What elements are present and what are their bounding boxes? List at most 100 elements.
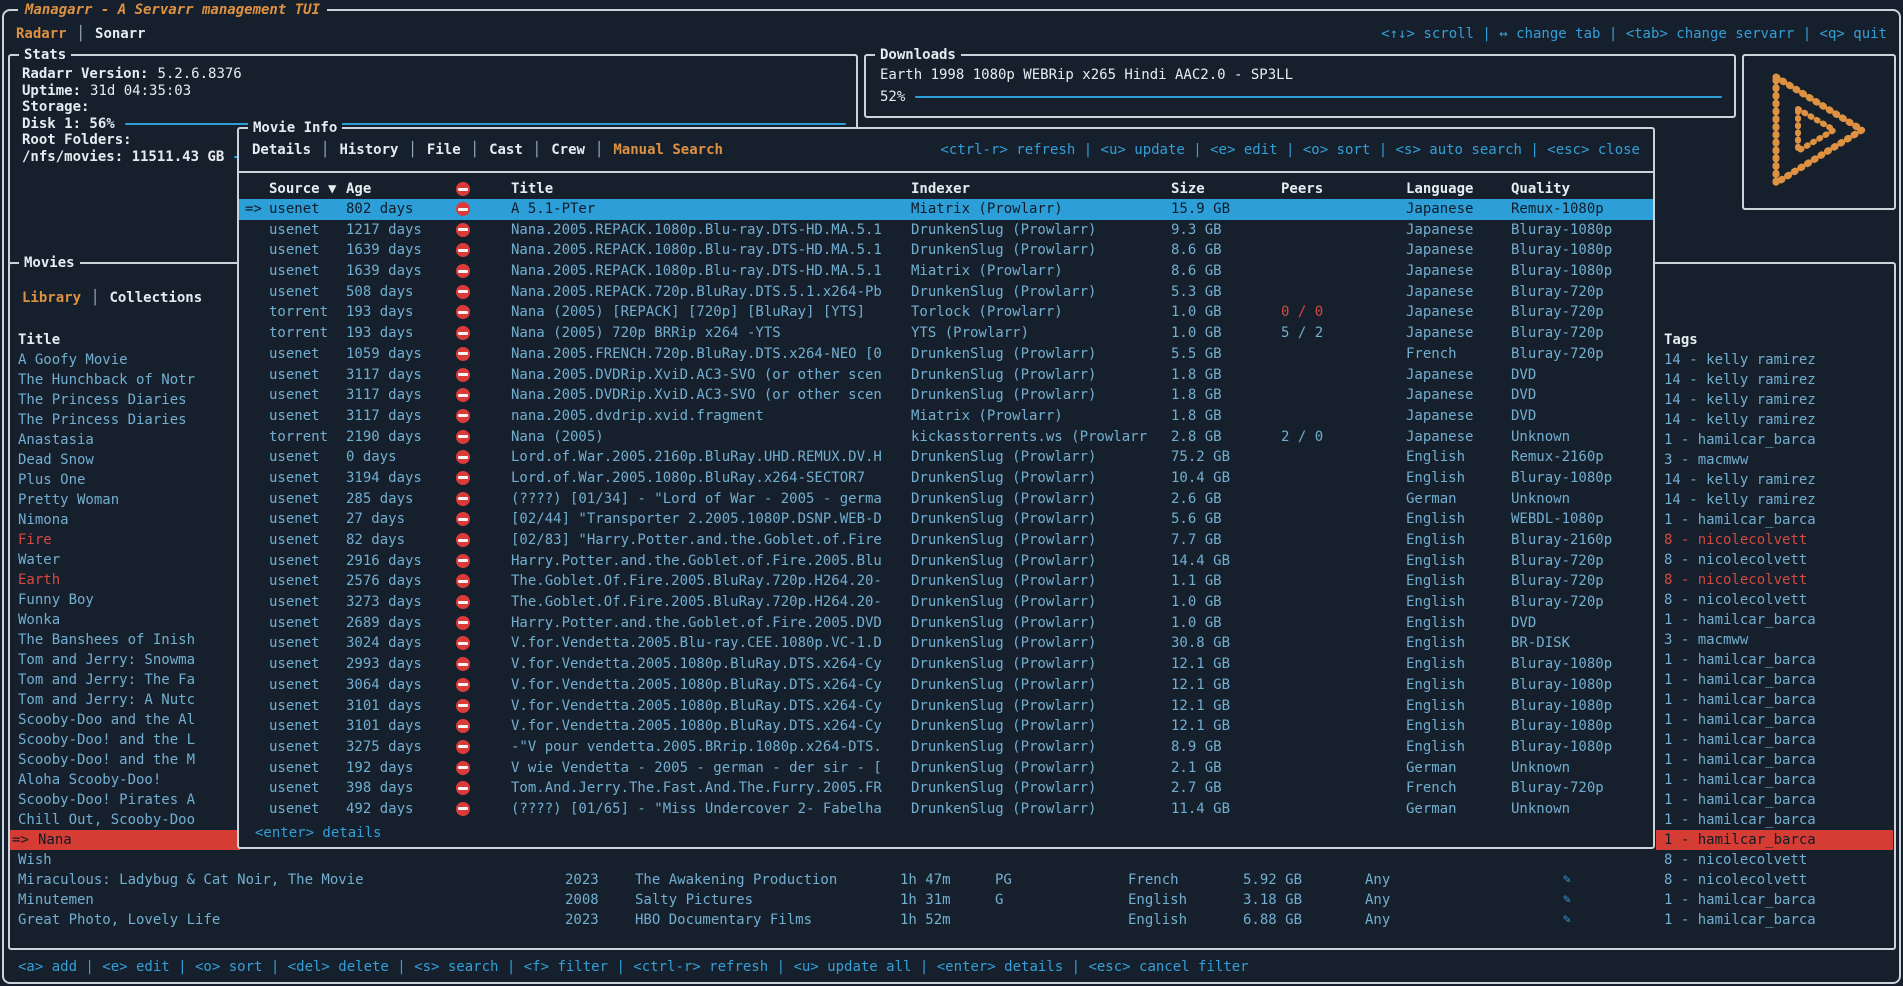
release-indexer: DrunkenSlug (Prowlarr) — [911, 799, 1167, 820]
release-row[interactable]: usenet2576 daysThe.Goblet.Of.Fire.2005.B… — [239, 571, 1653, 592]
release-indexer: DrunkenSlug (Prowlarr) — [911, 758, 1167, 779]
release-row[interactable]: usenet1639 daysNana.2005.REPACK.1080p.Bl… — [239, 240, 1653, 261]
release-size: 11.4 GB — [1171, 799, 1230, 820]
release-row[interactable]: usenet1639 daysNana.2005.REPACK.1080p.Bl… — [239, 261, 1653, 282]
movie-tag: 8 - nicolecolvett — [1664, 590, 1807, 610]
movie-info-keybind-hints: <ctrl-r> refresh | <u> update | <e> edit… — [940, 139, 1640, 161]
release-row[interactable]: usenet2916 daysHarry.Potter.and.the.Gobl… — [239, 551, 1653, 572]
release-title: Lord.of.War.2005.1080p.BluRay.x264-SECTO… — [511, 468, 903, 489]
release-indexer: DrunkenSlug (Prowlarr) — [911, 613, 1167, 634]
release-row[interactable]: usenet3064 daysV.for.Vendetta.2005.1080p… — [239, 675, 1653, 696]
movie-row[interactable]: Great Photo, Lovely Life2023HBO Document… — [10, 910, 1894, 930]
release-row[interactable]: usenet285 days(????) [01/34] - "Lord of … — [239, 489, 1653, 510]
release-row[interactable]: usenet1217 daysNana.2005.REPACK.1080p.Bl… — [239, 220, 1653, 241]
release-source: usenet — [269, 406, 320, 427]
release-row[interactable]: usenet0 daysLord.of.War.2005.2160p.BluRa… — [239, 447, 1653, 468]
release-title: Nana (2005) [REPACK] [720p] [BluRay] [YT… — [511, 302, 903, 323]
movie-title: Funny Boy — [18, 590, 94, 610]
release-row[interactable]: usenet2689 daysHarry.Potter.and.the.Gobl… — [239, 613, 1653, 634]
managarr-logo-icon — [1760, 67, 1878, 197]
release-age: 802 days — [346, 199, 413, 220]
release-age: 508 days — [346, 282, 413, 303]
download-progress-label: 52% — [880, 86, 905, 108]
release-quality: Bluray-1080p — [1511, 716, 1612, 737]
release-language: English — [1406, 571, 1465, 592]
release-row[interactable]: usenet3024 daysV.for.Vendetta.2005.Blu-r… — [239, 633, 1653, 654]
release-size: 7.7 GB — [1171, 530, 1222, 551]
release-row[interactable]: usenet2993 daysV.for.Vendetta.2005.1080p… — [239, 654, 1653, 675]
release-size: 5.5 GB — [1171, 344, 1222, 365]
release-language: English — [1406, 551, 1465, 572]
release-size: 5.3 GB — [1171, 282, 1222, 303]
release-row[interactable]: usenet398 daysTom.And.Jerry.The.Fast.And… — [239, 778, 1653, 799]
movie-row[interactable]: Minutemen2008Salty Pictures1h 31mGEnglis… — [10, 890, 1894, 910]
release-row[interactable]: usenet82 days[02/83] "Harry.Potter.and.t… — [239, 530, 1653, 551]
tab-radarr[interactable]: Radarr — [16, 26, 67, 42]
release-title: V.for.Vendetta.2005.1080p.BluRay.DTS.x26… — [511, 675, 903, 696]
release-row[interactable]: usenet3275 days-"V pour vendetta.2005.BR… — [239, 737, 1653, 758]
movie-size: 5.92 GB — [1243, 870, 1302, 890]
release-language: Japanese — [1406, 406, 1473, 427]
tab-separator: │ — [408, 142, 416, 158]
tab-manual-search[interactable]: Manual Search — [613, 142, 723, 158]
column-header-title: Title — [511, 179, 553, 199]
release-row[interactable]: usenet3194 daysLord.of.War.2005.1080p.Bl… — [239, 468, 1653, 489]
movie-tag: 1 - hamilcar_barca — [1664, 790, 1816, 810]
movie-year: 2023 — [565, 870, 599, 890]
release-size: 1.8 GB — [1171, 385, 1222, 406]
column-header-quality: Quality — [1511, 179, 1570, 199]
movie-info-tabs: Details│History│File│Cast│Crew│Manual Se… — [252, 139, 723, 161]
downloads-panel: Downloads Earth 1998 1080p WEBRip x265 H… — [864, 54, 1736, 118]
release-title: Nana.2005.REPACK.1080p.Blu-ray.DTS-HD.MA… — [511, 240, 903, 261]
release-row[interactable]: torrent193 daysNana (2005) 720p BRRip x2… — [239, 323, 1653, 344]
release-row[interactable]: =>usenet802 daysA 5.1-PTerMiatrix (Prowl… — [239, 199, 1653, 220]
release-title: Nana.2005.REPACK.1080p.Blu-ray.DTS-HD.MA… — [511, 261, 903, 282]
download-item[interactable]: Earth 1998 1080p WEBRip x265 Hindi AAC2.… — [880, 64, 1722, 86]
release-row[interactable]: usenet3101 daysV.for.Vendetta.2005.1080p… — [239, 716, 1653, 737]
movie-runtime: 1h 52m — [900, 910, 951, 930]
tab-cast[interactable]: Cast — [489, 142, 523, 158]
release-language: English — [1406, 716, 1465, 737]
app-root: Managarr - A Servarr management TUI Rada… — [0, 0, 1903, 986]
tab-library[interactable]: Library — [22, 290, 81, 306]
release-row[interactable]: usenet3117 daysNana.2005.DVDRip.XviD.AC3… — [239, 385, 1653, 406]
release-size: 15.9 GB — [1171, 199, 1230, 220]
tab-file[interactable]: File — [427, 142, 461, 158]
release-row[interactable]: usenet3117 daysnana.2005.dvdrip.xvid.fra… — [239, 406, 1653, 427]
movie-certification: G — [995, 890, 1003, 910]
release-title: Tom.And.Jerry.The.Fast.And.The.Furry.200… — [511, 778, 903, 799]
release-row[interactable]: usenet3273 daysThe.Goblet.Of.Fire.2005.B… — [239, 592, 1653, 613]
release-indexer: DrunkenSlug (Prowlarr) — [911, 778, 1167, 799]
tab-history[interactable]: History — [339, 142, 398, 158]
app-title: Managarr - A Servarr management TUI — [18, 0, 327, 20]
release-size: 1.8 GB — [1171, 365, 1222, 386]
release-row[interactable]: torrent193 daysNana (2005) [REPACK] [720… — [239, 302, 1653, 323]
release-row[interactable]: usenet1059 daysNana.2005.FRENCH.720p.Blu… — [239, 344, 1653, 365]
release-indexer: DrunkenSlug (Prowlarr) — [911, 282, 1167, 303]
release-row[interactable]: usenet3101 daysV.for.Vendetta.2005.1080p… — [239, 696, 1653, 717]
tab-sonarr[interactable]: Sonarr — [95, 26, 146, 42]
movie-tag: 3 - macmww — [1664, 450, 1748, 470]
release-row[interactable]: torrent2190 daysNana (2005)kickasstorren… — [239, 427, 1653, 448]
release-indexer: DrunkenSlug (Prowlarr) — [911, 633, 1167, 654]
release-size: 8.6 GB — [1171, 240, 1222, 261]
stat-version: Radarr Version: 5.2.6.8376 — [22, 66, 846, 83]
movie-tag: 8 - nicolecolvett — [1664, 530, 1807, 550]
release-quality: Bluray-720p — [1511, 323, 1604, 344]
release-quality: Bluray-1080p — [1511, 675, 1612, 696]
release-row[interactable]: usenet492 days(????) [01/65] - "Miss Und… — [239, 799, 1653, 820]
release-row[interactable]: usenet508 daysNana.2005.REPACK.720p.BluR… — [239, 282, 1653, 303]
release-row[interactable]: usenet192 daysV wie Vendetta - 2005 - ge… — [239, 758, 1653, 779]
tab-details[interactable]: Details — [252, 142, 311, 158]
release-source: usenet — [269, 758, 320, 779]
movie-row[interactable]: Miraculous: Ladybug & Cat Noir, The Movi… — [10, 870, 1894, 890]
release-language: English — [1406, 675, 1465, 696]
version-value: 5.2.6.8376 — [157, 66, 241, 83]
release-row[interactable]: usenet3117 daysNana.2005.DVDRip.XviD.AC3… — [239, 365, 1653, 386]
tab-collections[interactable]: Collections — [109, 290, 202, 306]
release-row[interactable]: usenet27 days[02/44] "Transporter 2.2005… — [239, 509, 1653, 530]
release-age: 1059 days — [346, 344, 422, 365]
tab-crew[interactable]: Crew — [551, 142, 585, 158]
release-size: 2.1 GB — [1171, 758, 1222, 779]
movie-row[interactable]: Wish8 - nicolecolvett — [10, 850, 1894, 870]
